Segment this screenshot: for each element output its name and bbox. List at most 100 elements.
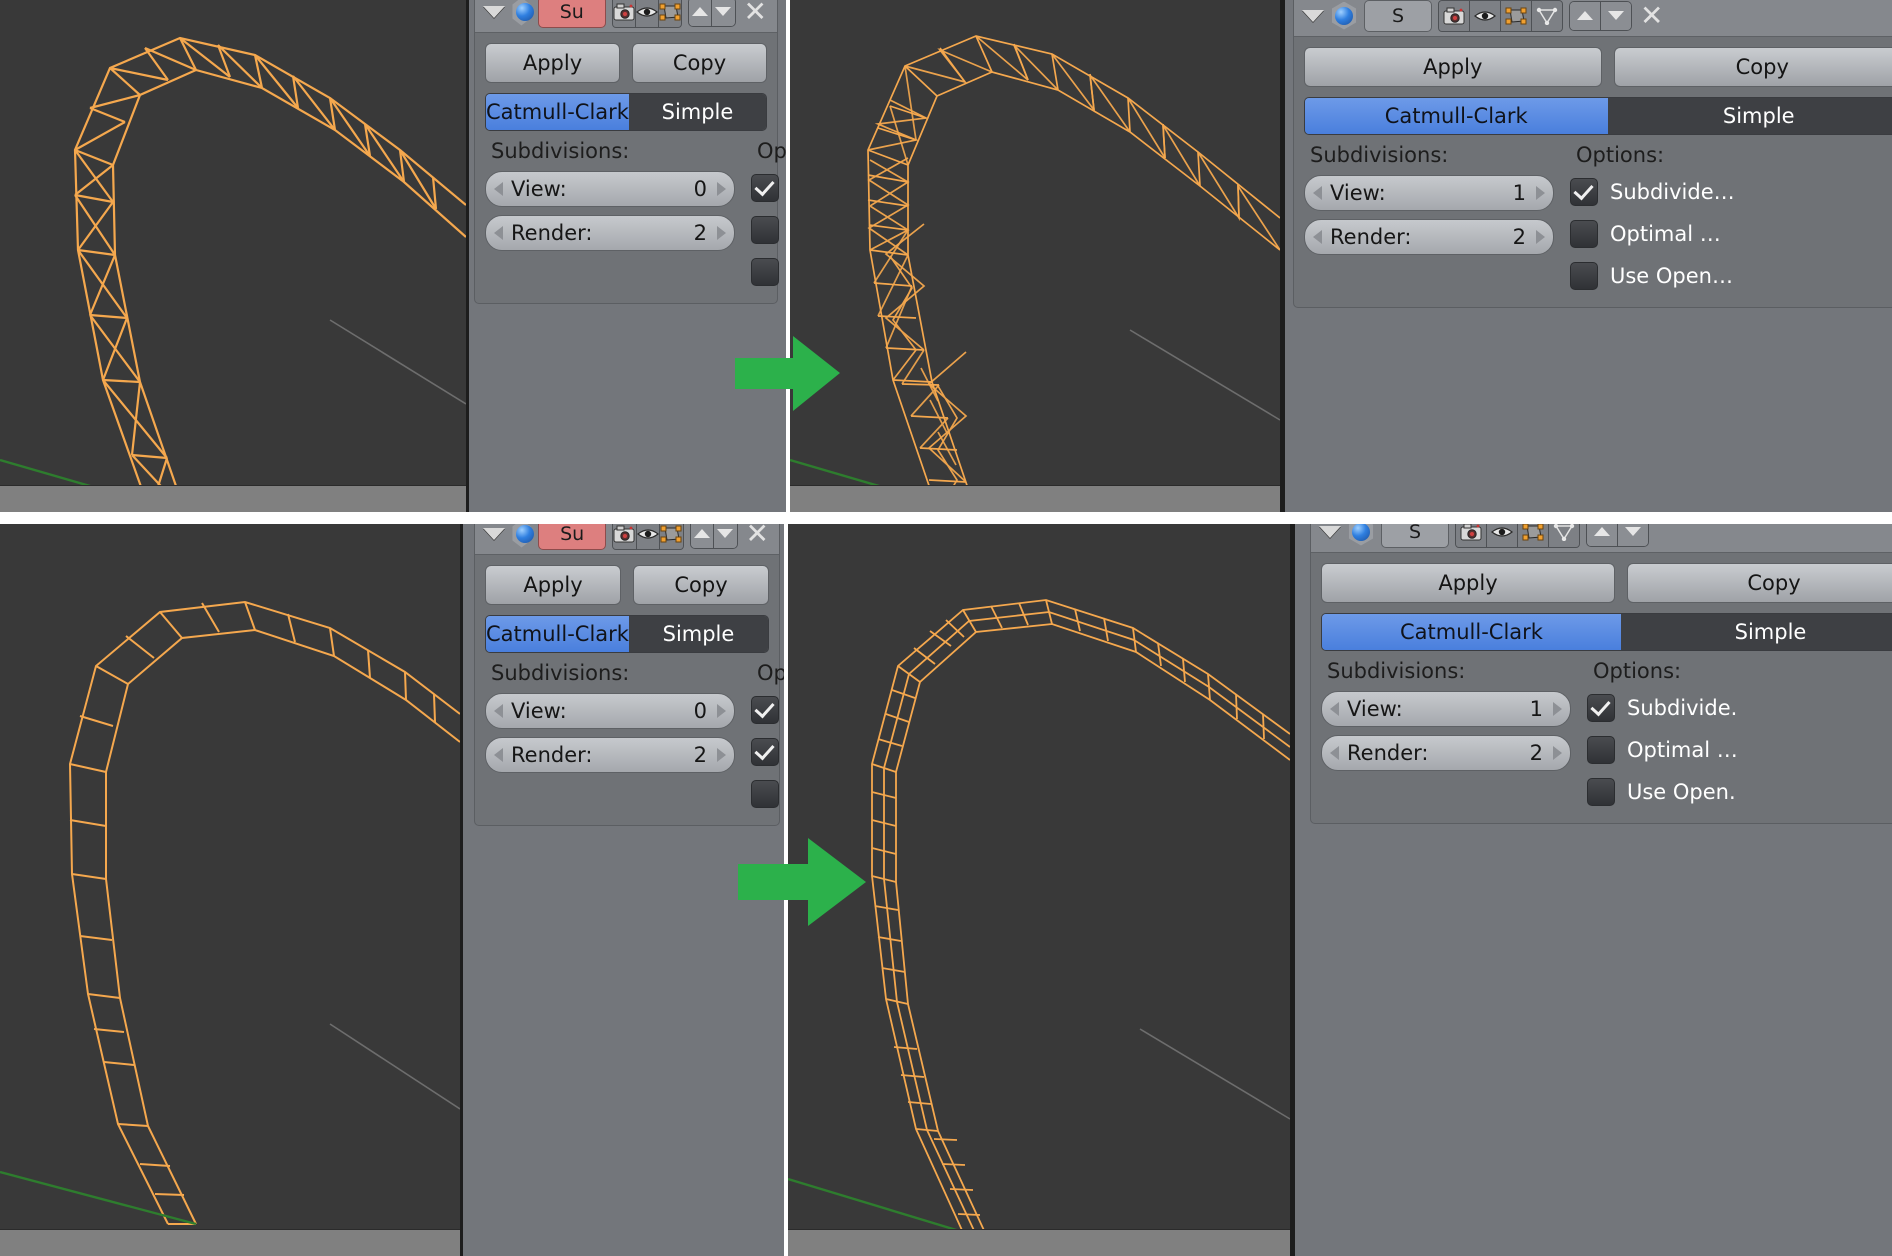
option-use-opensubdiv[interactable]: Use Open… xyxy=(1570,259,1892,293)
modifier-name-field[interactable]: S xyxy=(1381,524,1449,548)
increment-icon[interactable] xyxy=(717,748,726,762)
render-subdivisions-stepper[interactable]: Render: 2 xyxy=(1304,219,1554,255)
triangle-down-icon[interactable] xyxy=(1319,525,1341,538)
option-optimal-display[interactable]: Optimal … xyxy=(1570,217,1892,251)
viewport-eye-icon[interactable] xyxy=(636,524,661,549)
triangle-down-icon[interactable] xyxy=(1302,9,1324,22)
checkbox-icon[interactable] xyxy=(1587,736,1615,764)
apply-button[interactable]: Apply xyxy=(485,565,621,605)
edit-mode-icon[interactable] xyxy=(1518,524,1549,547)
edit-mode-icon[interactable] xyxy=(1501,0,1532,31)
modifier-name-field[interactable]: Su xyxy=(538,524,607,550)
decrement-icon[interactable] xyxy=(1313,230,1322,244)
viewport-top-right[interactable] xyxy=(790,0,1280,512)
subsurf-sphere-icon[interactable] xyxy=(1347,524,1375,546)
modifier-name-field[interactable]: Su xyxy=(537,0,606,28)
modifier-name-field[interactable]: S xyxy=(1364,0,1432,32)
close-icon[interactable]: ✕ xyxy=(744,524,771,548)
move-up-icon[interactable] xyxy=(689,0,713,26)
render-camera-icon[interactable] xyxy=(1456,524,1487,547)
copy-button[interactable]: Copy xyxy=(1613,47,1892,87)
render-camera-icon[interactable] xyxy=(612,0,636,27)
simple-option[interactable]: Simple xyxy=(628,616,768,652)
checkbox-icon[interactable] xyxy=(751,258,779,286)
viewport-canvas[interactable] xyxy=(0,524,460,1256)
viewport-eye-icon[interactable] xyxy=(1487,524,1518,547)
viewport-canvas[interactable] xyxy=(0,0,466,512)
properties-panel-top-right[interactable]: S ✕ Apply Copy Catmull-Clark Simple Subd… xyxy=(1280,0,1892,512)
decrement-icon[interactable] xyxy=(1313,186,1322,200)
render-subdivisions-stepper[interactable]: Render: 2 xyxy=(1321,735,1571,771)
catmull-clark-option[interactable]: Catmull-Clark xyxy=(1322,614,1621,650)
move-down-icon[interactable] xyxy=(714,524,737,548)
checkbox-icon[interactable] xyxy=(751,216,779,244)
render-subdivisions-stepper[interactable]: Render: 2 xyxy=(485,215,735,251)
simple-option[interactable]: Simple xyxy=(1621,614,1892,650)
view-subdivisions-stepper[interactable]: View: 0 xyxy=(485,693,735,729)
apply-button[interactable]: Apply xyxy=(1304,47,1602,87)
close-icon[interactable]: ✕ xyxy=(742,0,769,26)
properties-panel-top-left[interactable]: Su ✕ Apply Copy Catmull-Clark Simple Sub… xyxy=(466,0,786,512)
checkbox-icon[interactable] xyxy=(1587,694,1615,722)
option-use-opensubdiv[interactable]: Use Open… xyxy=(751,777,779,811)
option-subdivide-uvs[interactable]: Subdivide… xyxy=(751,693,779,727)
on-cage-icon[interactable] xyxy=(1532,0,1562,31)
catmull-clark-option[interactable]: Catmull-Clark xyxy=(1305,98,1608,134)
checkbox-icon[interactable] xyxy=(1570,220,1598,248)
viewport-canvas[interactable] xyxy=(790,0,1280,512)
subsurf-sphere-icon[interactable] xyxy=(511,524,534,548)
checkbox-icon[interactable] xyxy=(751,174,779,202)
viewport-bottom-left[interactable] xyxy=(0,524,460,1256)
option-optimal-display[interactable]: Optimal … xyxy=(751,735,779,769)
edit-mode-icon[interactable] xyxy=(659,0,682,27)
simple-option[interactable]: Simple xyxy=(628,94,766,130)
close-icon[interactable]: ✕ xyxy=(1638,1,1665,30)
view-subdivisions-stepper[interactable]: View: 0 xyxy=(485,171,735,207)
simple-option[interactable]: Simple xyxy=(1607,98,1892,134)
increment-icon[interactable] xyxy=(1536,186,1545,200)
catmull-clark-option[interactable]: Catmull-Clark xyxy=(486,616,629,652)
render-camera-icon[interactable] xyxy=(1439,0,1470,31)
copy-button[interactable]: Copy xyxy=(632,43,767,83)
checkbox-icon[interactable] xyxy=(751,696,779,724)
option-use-opensubdiv[interactable]: Use Open. xyxy=(1587,775,1892,809)
checkbox-icon[interactable] xyxy=(1570,178,1598,206)
move-up-icon[interactable] xyxy=(1587,524,1618,546)
move-up-icon[interactable] xyxy=(1570,1,1601,30)
apply-button[interactable]: Apply xyxy=(485,43,620,83)
subsurf-sphere-icon[interactable] xyxy=(1330,1,1358,30)
checkbox-icon[interactable] xyxy=(751,780,779,808)
checkbox-icon[interactable] xyxy=(1570,262,1598,290)
increment-icon[interactable] xyxy=(717,226,726,240)
triangle-down-icon[interactable] xyxy=(483,527,505,540)
option-subdivide-uvs[interactable]: Subdivide… xyxy=(1570,175,1892,209)
edit-mode-icon[interactable] xyxy=(660,524,683,549)
checkbox-icon[interactable] xyxy=(751,738,779,766)
apply-button[interactable]: Apply xyxy=(1321,563,1615,603)
decrement-icon[interactable] xyxy=(494,704,503,718)
option-optimal-display[interactable]: Optimal … xyxy=(1587,733,1892,767)
decrement-icon[interactable] xyxy=(1330,702,1339,716)
option-subdivide-uvs[interactable]: Subdivide. xyxy=(1587,691,1892,725)
triangle-down-icon[interactable] xyxy=(483,5,505,18)
increment-icon[interactable] xyxy=(717,704,726,718)
render-subdivisions-stepper[interactable]: Render: 2 xyxy=(485,737,735,773)
option-optimal-display[interactable]: Optimal … xyxy=(751,213,779,247)
move-up-icon[interactable] xyxy=(690,524,715,548)
view-subdivisions-stepper[interactable]: View: 1 xyxy=(1321,691,1571,727)
decrement-icon[interactable] xyxy=(494,748,503,762)
catmull-clark-option[interactable]: Catmull-Clark xyxy=(486,94,629,130)
subsurf-sphere-icon[interactable] xyxy=(511,0,534,26)
increment-icon[interactable] xyxy=(1553,746,1562,760)
viewport-top-left[interactable] xyxy=(0,0,466,512)
copy-button[interactable]: Copy xyxy=(633,565,769,605)
copy-button[interactable]: Copy xyxy=(1627,563,1892,603)
checkbox-icon[interactable] xyxy=(1587,778,1615,806)
decrement-icon[interactable] xyxy=(1330,746,1339,760)
viewport-eye-icon[interactable] xyxy=(635,0,660,27)
option-use-opensubdiv[interactable]: Use Open… xyxy=(751,255,779,289)
decrement-icon[interactable] xyxy=(494,182,503,196)
increment-icon[interactable] xyxy=(717,182,726,196)
render-camera-icon[interactable] xyxy=(613,524,637,549)
option-subdivide-uvs[interactable]: Subdivide… xyxy=(751,171,779,205)
